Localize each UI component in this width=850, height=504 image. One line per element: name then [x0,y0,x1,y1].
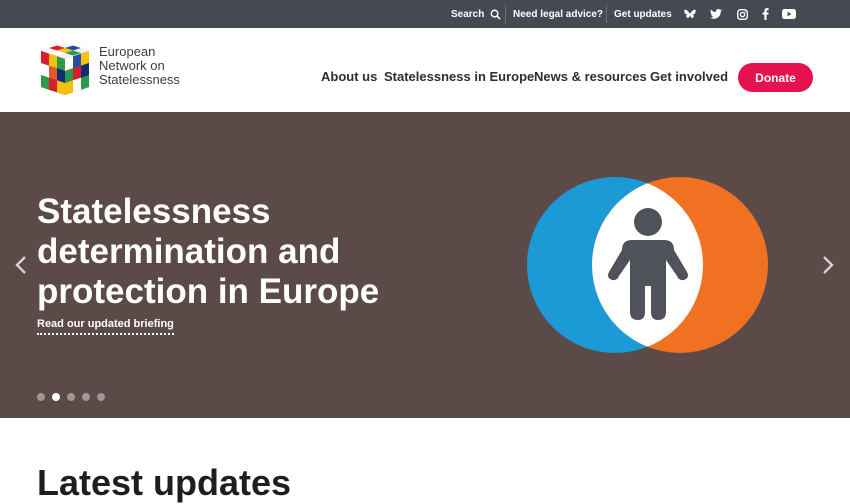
search-icon [490,9,501,20]
hero-title-line: Statelessness [37,192,271,231]
twitter-icon[interactable] [709,7,723,21]
nav-get-involved[interactable]: Get involved [650,69,728,84]
get-updates-label: Get updates [614,8,672,20]
logo-line: Statelessness [99,72,180,87]
search-link[interactable]: Search [451,0,501,28]
carousel-dot[interactable] [97,393,105,401]
legal-advice-link[interactable]: Need legal advice? [513,0,603,28]
carousel-dot[interactable] [82,393,90,401]
hero-carousel: Statelessness determination and protecti… [0,112,850,418]
get-updates-link[interactable]: Get updates [614,0,672,28]
carousel-pagination [37,393,105,401]
section-heading: Latest updates [37,462,292,503]
chevron-right-icon[interactable] [820,254,836,276]
divider [505,5,506,23]
carousel-dot-active[interactable] [52,393,60,401]
donate-button[interactable]: Donate [738,63,813,92]
logo-cube-icon[interactable] [37,41,93,97]
youtube-icon[interactable] [782,7,796,21]
facebook-icon[interactable] [758,7,772,21]
utility-bar: Search Need legal advice? Get updates [0,0,850,28]
hero-title-line: protection in Europe [37,272,380,311]
nav-news-resources[interactable]: News & resources [534,69,647,84]
logo-line: European [99,44,156,59]
bluesky-icon[interactable] [683,7,697,21]
search-label: Search [451,8,485,20]
legal-advice-label: Need legal advice? [513,8,604,20]
carousel-dot[interactable] [37,393,45,401]
nav-statelessness-in-europe[interactable]: Statelessness in Europe [384,69,534,84]
read-briefing-link[interactable]: Read our updated briefing [37,318,174,335]
hero-title: Statelessness determination and protecti… [37,192,457,312]
hero-title-line: determination and [37,232,341,271]
logo-wordmark[interactable]: European Network on Statelessness [99,45,180,87]
carousel-dot[interactable] [67,393,75,401]
nav-about-us[interactable]: About us [321,69,377,84]
logo-line: Network on [99,58,165,73]
site-header: European Network on Statelessness About … [0,28,850,112]
stateless-person-illustration [527,177,768,353]
chevron-left-icon[interactable] [13,254,29,276]
divider [606,5,607,23]
instagram-icon[interactable] [735,7,749,21]
